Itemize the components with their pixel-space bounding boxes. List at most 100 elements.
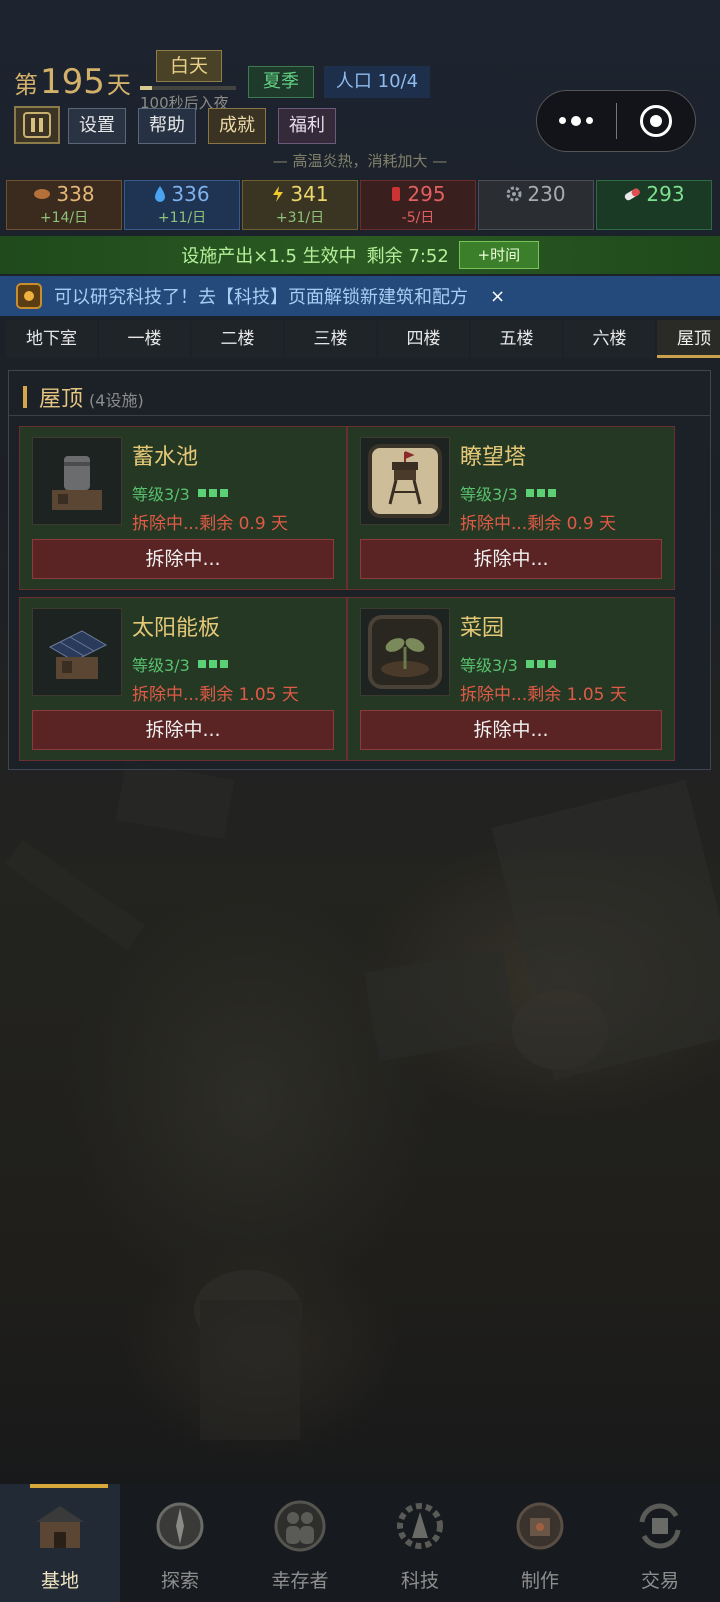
- research-gear-icon: [16, 283, 42, 309]
- facility-level: 等级3/3: [460, 652, 556, 676]
- floor-tabs: 地下室 一楼 二楼 三楼 四楼 五楼 六楼 屋顶: [6, 320, 720, 358]
- resource-ammo[interactable]: 293: [596, 180, 712, 230]
- nav-label: 探索: [160, 1570, 199, 1592]
- resource-medicine[interactable]: 295 -5/日: [360, 180, 476, 230]
- level-pips: [197, 660, 228, 668]
- nav-base[interactable]: 基地: [0, 1484, 120, 1602]
- tab-floor-3[interactable]: 三楼: [285, 320, 376, 358]
- weather-note: — 高温炎热，消耗加大 —: [272, 152, 448, 170]
- resource-value: 295: [407, 182, 446, 206]
- settings-button[interactable]: 设置: [68, 108, 126, 144]
- panel-header: 屋顶 (4设施): [23, 381, 144, 413]
- facility-name: 太阳能板: [132, 616, 221, 641]
- resource-value: 293: [646, 182, 685, 206]
- facility-name: 菜园: [460, 616, 505, 641]
- day-counter: 第 195 天: [14, 62, 131, 102]
- demolish-button[interactable]: 拆除中...: [32, 539, 334, 579]
- nav-crafting[interactable]: 制作: [480, 1484, 600, 1602]
- tab-floor-1[interactable]: 一楼: [99, 320, 190, 358]
- close-icon[interactable]: ×: [490, 286, 505, 307]
- crafting-icon: [516, 1502, 564, 1550]
- resource-parts[interactable]: 230: [478, 180, 594, 230]
- tab-floor-4[interactable]: 四楼: [378, 320, 469, 358]
- notice-text: 可以研究科技了！去【科技】页面解锁新建筑和配方: [54, 287, 468, 308]
- sprout-icon: [360, 608, 450, 696]
- nav-tech[interactable]: 科技: [360, 1484, 480, 1602]
- nav-label: 幸存者: [271, 1570, 329, 1592]
- facility-card[interactable]: 菜园 等级3/3 拆除中...剩余 1.05 天 拆除中...: [347, 597, 675, 761]
- resource-value: 338: [56, 182, 95, 206]
- level-pips: [197, 489, 228, 497]
- daylight-badge: 白天: [156, 50, 222, 82]
- tab-rooftop[interactable]: 屋顶: [657, 320, 720, 358]
- trade-icon: [639, 1503, 681, 1549]
- achievements-button[interactable]: 成就: [208, 108, 266, 144]
- compass-icon: [156, 1502, 204, 1550]
- daylight-progress-fill: [140, 86, 152, 90]
- gear-icon: [506, 186, 522, 202]
- resource-rate: +14/日: [39, 210, 89, 226]
- facility-level: 等级3/3: [460, 481, 556, 505]
- research-notice-banner[interactable]: 可以研究科技了！去【科技】页面解锁新建筑和配方 ×: [0, 276, 720, 316]
- facility-count: (4设施): [89, 391, 144, 410]
- solar-panel-icon: [32, 608, 122, 696]
- tab-floor-5[interactable]: 五楼: [471, 320, 562, 358]
- more-options-button[interactable]: [537, 115, 616, 126]
- resource-rate: -5/日: [401, 210, 435, 226]
- base-icon: [36, 1506, 84, 1548]
- daylight-progress-bar: [140, 86, 236, 90]
- pause-icon: [23, 112, 51, 138]
- food-icon: [34, 189, 51, 199]
- nav-label: 科技: [400, 1570, 439, 1592]
- add-time-button[interactable]: +时间: [458, 241, 539, 269]
- demolish-button[interactable]: 拆除中...: [360, 539, 662, 579]
- pause-button[interactable]: [14, 106, 60, 144]
- resource-food[interactable]: 338 +14/日: [6, 180, 122, 230]
- demolish-button[interactable]: 拆除中...: [32, 710, 334, 750]
- nav-trade[interactable]: 交易: [600, 1484, 720, 1602]
- facility-name: 瞭望塔: [460, 445, 527, 470]
- nav-survivors[interactable]: 幸存者: [240, 1484, 360, 1602]
- facility-level: 等级3/3: [132, 481, 228, 505]
- facility-level: 等级3/3: [132, 652, 228, 676]
- resource-power[interactable]: 341 +31/日: [242, 180, 358, 230]
- medicine-icon: [392, 187, 401, 201]
- nav-label: 交易: [640, 1570, 679, 1592]
- survivors-icon: [274, 1500, 326, 1552]
- facility-card[interactable]: 蓄水池 等级3/3 拆除中...剩余 0.9 天 拆除中...: [19, 426, 347, 590]
- help-button[interactable]: 帮助: [138, 108, 196, 144]
- resource-value: 230: [527, 182, 566, 206]
- day-prefix: 第: [14, 71, 38, 99]
- miniprogram-capsule: [536, 90, 696, 152]
- day-number: 195: [40, 62, 105, 102]
- facility-status: 拆除中...剩余 1.05 天: [132, 685, 299, 705]
- demolish-button[interactable]: 拆除中...: [360, 710, 662, 750]
- more-dot-icon: [586, 116, 594, 124]
- resource-rate: +31/日: [275, 210, 325, 226]
- resource-bar: 338 +14/日 336 +11/日 341 +31/日 295 -5/日 2…: [6, 180, 712, 230]
- facilities-panel: 屋顶 (4设施) 蓄水池 等级3/3 拆除中...剩余 0.9 天 拆除中...: [8, 370, 711, 770]
- water-tower-icon: [32, 437, 122, 525]
- tech-gear-icon: [397, 1503, 443, 1549]
- welfare-button[interactable]: 福利: [278, 108, 336, 144]
- boost-remaining: 剩余 7:52: [366, 246, 449, 267]
- population-badge: 人口 10/4: [324, 66, 430, 98]
- nav-label: 制作: [520, 1570, 559, 1592]
- close-miniprogram-button[interactable]: [617, 105, 696, 137]
- resource-water[interactable]: 336 +11/日: [124, 180, 240, 230]
- level-pips: [525, 489, 556, 497]
- close-target-icon: [639, 105, 672, 137]
- facility-card[interactable]: 太阳能板 等级3/3 拆除中...剩余 1.05 天 拆除中...: [19, 597, 347, 761]
- resource-rate: +11/日: [157, 210, 207, 226]
- tab-floor-6[interactable]: 六楼: [564, 320, 655, 358]
- tab-basement[interactable]: 地下室: [6, 320, 97, 358]
- tab-floor-2[interactable]: 二楼: [192, 320, 283, 358]
- boost-text: 设施产出×1.5 生效中: [181, 246, 357, 267]
- facility-status: 拆除中...剩余 0.9 天: [132, 514, 289, 534]
- facility-status: 拆除中...剩余 0.9 天: [460, 514, 617, 534]
- resource-value: 341: [290, 182, 329, 206]
- resource-value: 336: [171, 182, 210, 206]
- facility-card[interactable]: 瞭望塔 等级3/3 拆除中...剩余 0.9 天 拆除中...: [347, 426, 675, 590]
- nav-explore[interactable]: 探索: [120, 1484, 240, 1602]
- panel-title: 屋顶: [39, 387, 84, 412]
